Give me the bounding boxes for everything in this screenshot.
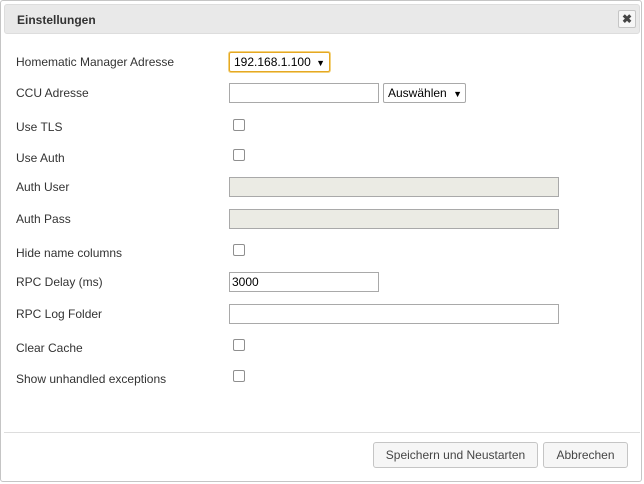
auth-pass-input[interactable] (229, 209, 559, 229)
ccu-address-select[interactable]: Auswählen ▼ (383, 83, 466, 103)
hide-name-columns-label: Hide name columns (16, 246, 123, 260)
cancel-button[interactable]: Abbrechen (543, 442, 628, 468)
chevron-down-icon: ▼ (453, 89, 462, 99)
close-button[interactable]: ✖ (618, 10, 636, 28)
ccu-address-label: CCU Adresse (16, 86, 89, 100)
settings-dialog: Einstellungen ✖ Homematic Manager Adress… (0, 0, 642, 482)
clear-cache-checkbox[interactable] (233, 339, 245, 351)
manager-address-label: Homematic Manager Adresse (16, 55, 175, 69)
use-tls-label: Use TLS (16, 120, 63, 134)
save-restart-button[interactable]: Speichern und Neustarten (373, 442, 538, 468)
manager-address-select[interactable]: 192.168.1.100 ▼ (229, 52, 330, 72)
hide-name-columns-checkbox[interactable] (233, 244, 245, 256)
ccu-address-input[interactable] (229, 83, 379, 103)
auth-pass-label: Auth Pass (16, 212, 71, 226)
close-icon: ✖ (621, 12, 633, 26)
footer-divider (4, 432, 640, 433)
dialog-title: Einstellungen (17, 13, 96, 27)
ccu-select-label: Auswählen (388, 86, 447, 100)
auth-user-input[interactable] (229, 177, 559, 197)
use-tls-checkbox[interactable] (233, 119, 245, 131)
rpc-delay-input[interactable] (229, 272, 379, 292)
rpc-log-folder-input[interactable] (229, 304, 559, 324)
use-auth-checkbox[interactable] (233, 149, 245, 161)
show-unhandled-exceptions-label: Show unhandled exceptions (16, 372, 167, 386)
manager-address-value: 192.168.1.100 (234, 55, 311, 69)
use-auth-label: Use Auth (16, 151, 65, 165)
chevron-down-icon: ▼ (316, 58, 326, 68)
clear-cache-label: Clear Cache (16, 341, 83, 355)
rpc-delay-label: RPC Delay (ms) (16, 275, 103, 289)
auth-user-label: Auth User (16, 180, 70, 194)
dialog-titlebar[interactable]: Einstellungen (4, 4, 640, 34)
show-unhandled-exceptions-checkbox[interactable] (233, 370, 245, 382)
rpc-log-folder-label: RPC Log Folder (16, 307, 103, 321)
